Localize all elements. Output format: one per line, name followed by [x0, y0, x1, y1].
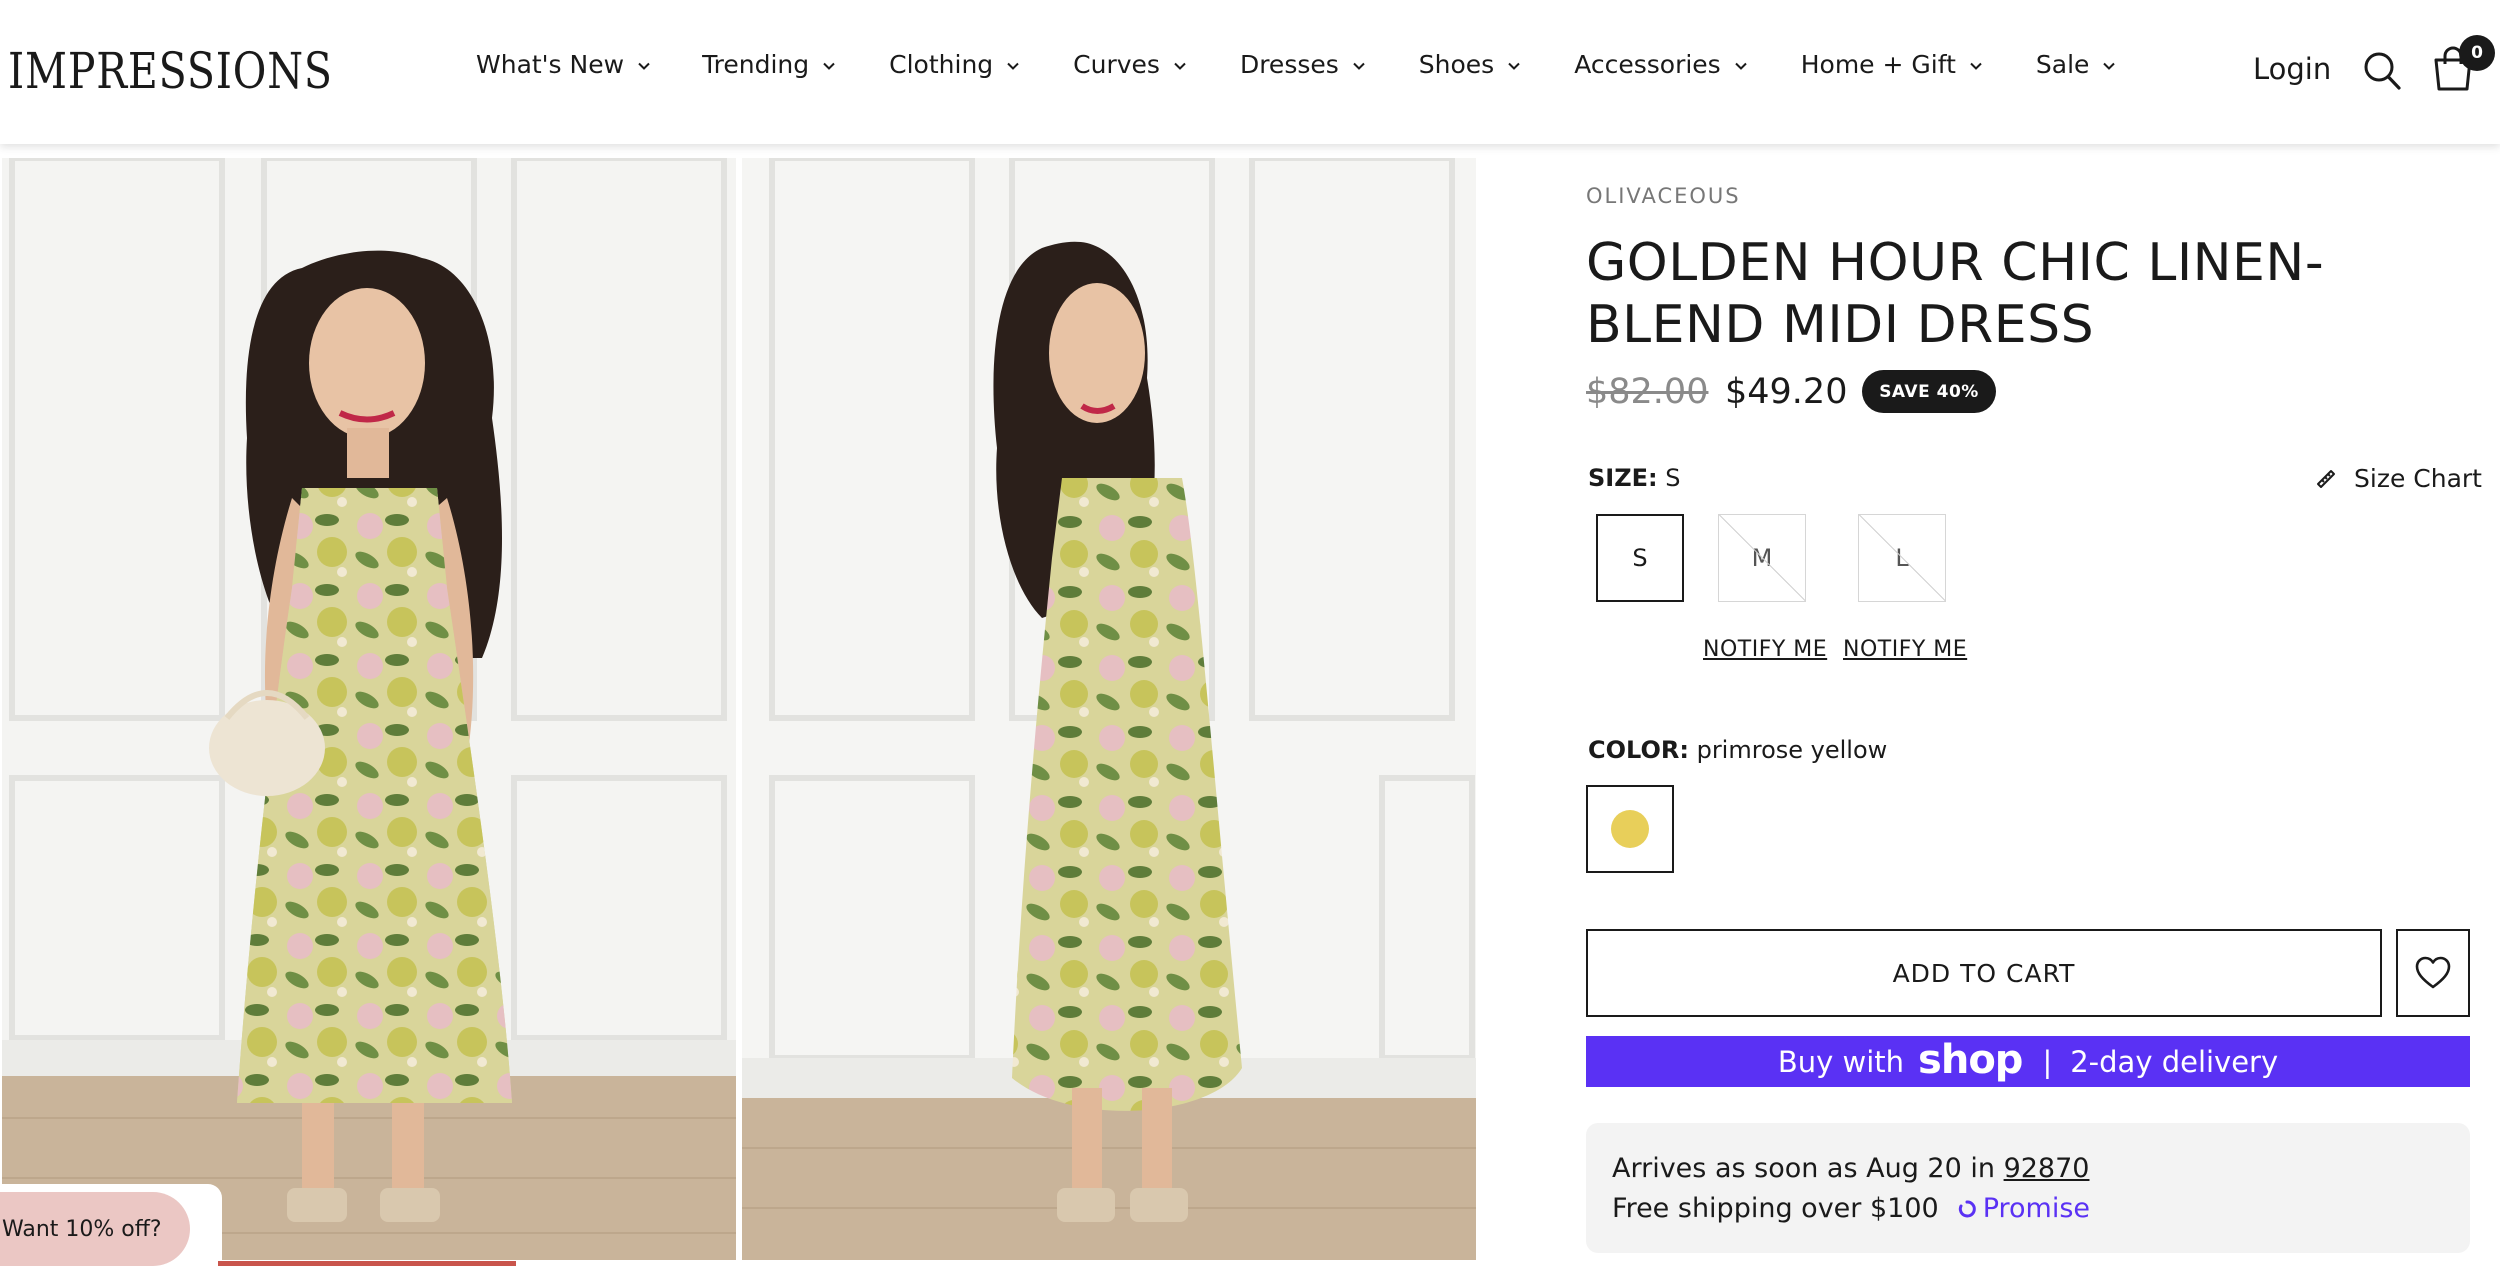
heart-icon [2415, 956, 2451, 989]
nav-item-curves[interactable]: Curves [1073, 50, 1188, 79]
save-badge: SAVE 40% [1862, 370, 1996, 413]
chevron-down-icon [823, 62, 835, 70]
product-image-front[interactable] [2, 158, 736, 1260]
nav-label: Dresses [1239, 50, 1339, 79]
promo-label: Want 10% off? [2, 1216, 162, 1242]
delivery-estimate-box: Arrives as soon as Aug 20 in 92870 Free … [1586, 1123, 2470, 1253]
shop-pay-separator: | [2042, 1044, 2053, 1079]
zip-code-link[interactable]: 92870 [2004, 1153, 2090, 1184]
nav-item-shoes[interactable]: Shoes [1419, 50, 1522, 79]
size-option-l[interactable]: L [1858, 514, 1946, 602]
login-link[interactable]: Login [2253, 52, 2331, 86]
chevron-down-icon [1174, 62, 1186, 70]
shop-pay-logo: shop [1918, 1036, 2023, 1083]
chevron-down-icon [1970, 62, 1982, 70]
arrives-text: Arrives as soon as Aug 20 in [1612, 1153, 1995, 1184]
thumbnail-strip[interactable] [218, 1261, 516, 1266]
color-swatch-primrose-yellow[interactable] [1586, 785, 1674, 873]
size-option-label: S [1632, 544, 1648, 572]
sale-price: $49.20 [1725, 372, 1848, 412]
chevron-down-icon [1735, 62, 1747, 70]
product-brand[interactable]: OLIVACEOUS [1586, 184, 1741, 208]
shop-promise-badge[interactable]: Promise [1957, 1193, 2090, 1224]
nav-item-accessories[interactable]: Accessories [1574, 50, 1749, 79]
color-swatch-dot [1611, 810, 1649, 848]
shop-pay-suffix: 2-day delivery [2070, 1044, 2279, 1079]
shop-pay-button[interactable]: Buy with shop | 2-day delivery [1586, 1036, 2470, 1087]
promise-icon [1958, 1199, 1976, 1217]
promise-label: Promise [1982, 1193, 2091, 1224]
color-label: COLOR: primrose yellow [1588, 736, 1887, 764]
wishlist-button[interactable] [2396, 929, 2470, 1017]
chevron-down-icon [1508, 62, 1520, 70]
nav-label: What's New [476, 50, 625, 79]
color-selected-value: primrose yellow [1696, 736, 1888, 764]
nav-label: Sale [2035, 50, 2090, 79]
free-shipping-text: Free shipping over $100 [1612, 1193, 1939, 1224]
nav-label: Curves [1073, 50, 1160, 79]
nav-label: Trending [702, 50, 810, 79]
add-to-cart-button[interactable]: ADD TO CART [1586, 929, 2382, 1017]
chevron-down-icon [2103, 62, 2116, 70]
site-header: IMPRESSIONS What's New Trending Clothing… [0, 0, 2500, 144]
chevron-down-icon [1007, 62, 1019, 70]
nav-item-clothing[interactable]: Clothing [889, 50, 1021, 79]
search-icon[interactable] [2362, 50, 2402, 92]
original-price: $82.00 [1586, 372, 1709, 412]
size-label-title: SIZE: [1588, 464, 1658, 492]
product-title: GOLDEN HOUR CHIC LINEN-BLEND MIDI DRESS [1586, 233, 2325, 355]
delivery-arrives: Arrives as soon as Aug 20 in 92870 [1612, 1153, 2089, 1184]
nav-item-trending[interactable]: Trending [702, 50, 837, 79]
nav-label: Clothing [889, 50, 994, 79]
nav-label: Home + Gift [1800, 50, 1956, 79]
chevron-down-icon [1353, 62, 1365, 70]
nav-label: Accessories [1574, 50, 1721, 79]
main-nav: What's New Trending Clothing Curves Dres… [476, 50, 2117, 79]
ruler-icon [2317, 469, 2335, 488]
size-option-m[interactable]: M [1718, 514, 1806, 602]
color-label-title: COLOR: [1588, 736, 1689, 764]
notify-me-m-link[interactable]: NOTIFY ME [1703, 637, 1827, 662]
nav-item-sale[interactable]: Sale [2036, 50, 2118, 79]
site-logo[interactable]: IMPRESSIONS [8, 42, 333, 100]
size-label: SIZE: S [1588, 464, 1680, 492]
nav-item-dresses[interactable]: Dresses [1240, 50, 1367, 79]
size-selected-value: S [1665, 464, 1681, 492]
size-option-s[interactable]: S [1596, 514, 1684, 602]
cart-count-badge: 0 [2459, 35, 2495, 71]
nav-label: Shoes [1418, 50, 1495, 79]
unavailable-slash [1719, 515, 1805, 601]
unavailable-slash [1859, 515, 1945, 601]
nav-item-whats-new[interactable]: What's New [476, 50, 652, 79]
product-image-side[interactable] [742, 158, 1476, 1260]
size-chart-label: Size Chart [2354, 464, 2482, 493]
discount-popup-button[interactable]: Want 10% off? [0, 1192, 190, 1266]
chevron-down-icon [638, 62, 650, 70]
shop-pay-prefix: Buy with [1777, 1044, 1905, 1079]
nav-item-home-gift[interactable]: Home + Gift [1801, 50, 1984, 79]
notify-me-l-link[interactable]: NOTIFY ME [1843, 637, 1967, 662]
size-chart-link[interactable]: Size Chart [2314, 464, 2482, 493]
delivery-shipping: Free shipping over $100 Promise [1612, 1193, 2090, 1224]
